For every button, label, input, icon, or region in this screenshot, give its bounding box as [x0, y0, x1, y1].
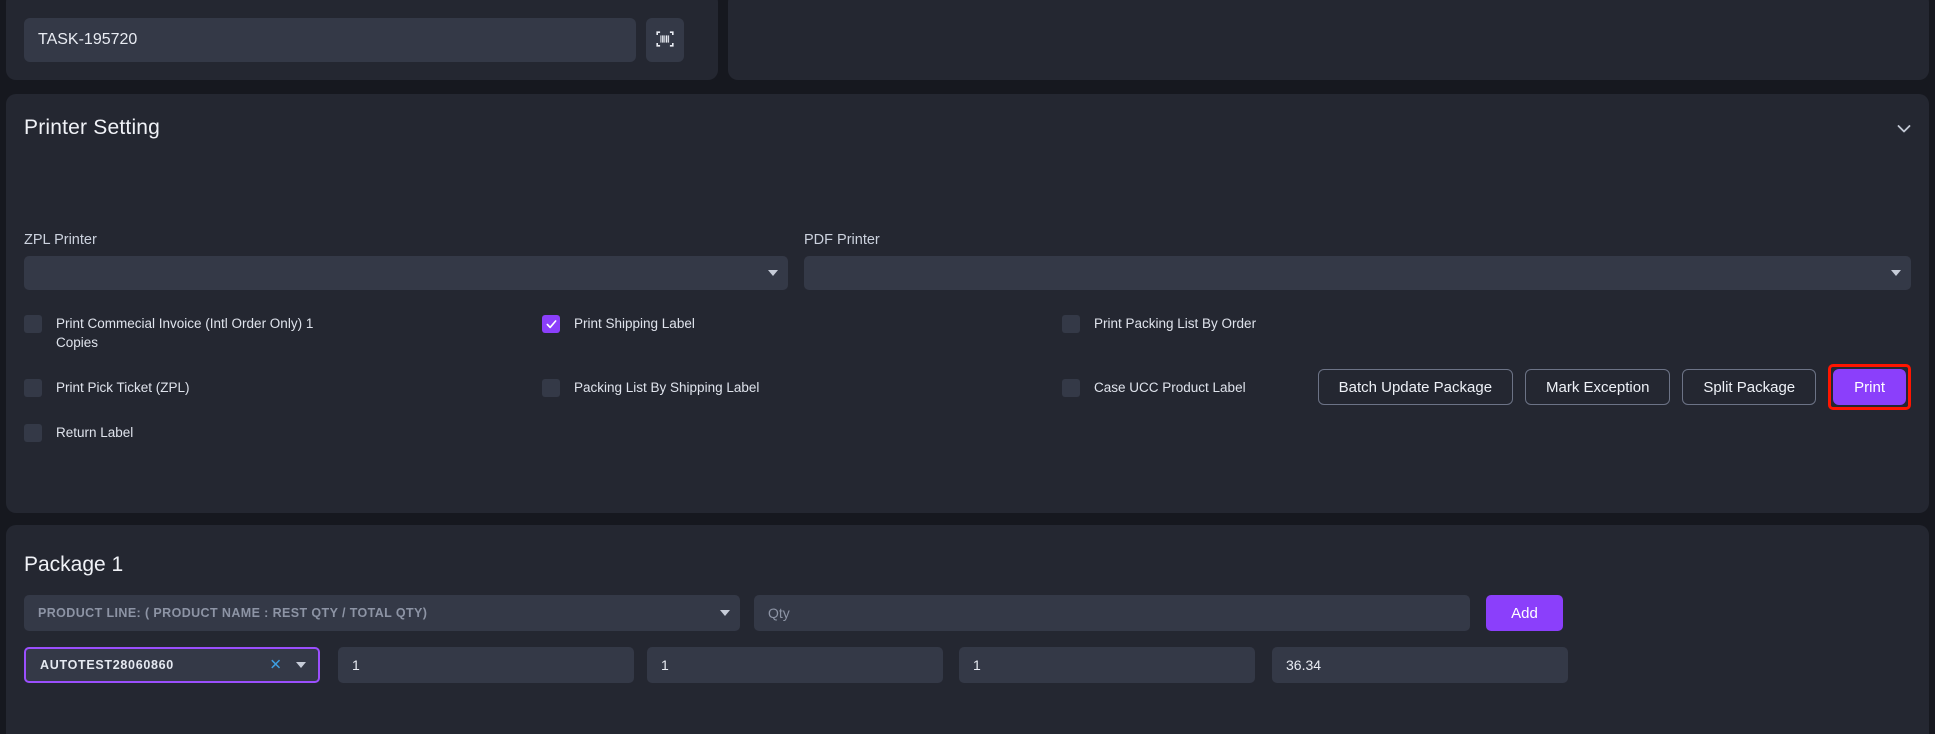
- task-input[interactable]: [24, 18, 636, 62]
- printer-action-buttons: Batch Update Package Mark Exception Spli…: [1318, 364, 1911, 410]
- mark-exception-button[interactable]: Mark Exception: [1525, 369, 1670, 405]
- qty-input[interactable]: [754, 595, 1470, 631]
- zpl-printer-label: ZPL Printer: [24, 232, 97, 248]
- chevron-down-icon[interactable]: [1893, 118, 1915, 140]
- product-line-placeholder: PRODUCT LINE: ( PRODUCT NAME : REST QTY …: [38, 606, 427, 620]
- product-token-label: AUTOTEST28060860: [40, 658, 174, 672]
- checkbox-label: Print Packing List By Order: [1094, 314, 1256, 333]
- chevron-down-icon: [720, 610, 730, 616]
- row-qty-input[interactable]: [338, 647, 634, 683]
- clear-x-icon[interactable]: ✕: [269, 658, 282, 673]
- checkbox-label: Case UCC Product Label: [1094, 378, 1246, 397]
- checkbox-label: Return Label: [56, 423, 133, 442]
- checkbox-box[interactable]: [24, 379, 42, 397]
- checkbox-print-shipping-label[interactable]: Print Shipping Label: [542, 314, 695, 333]
- checkbox-packing-list-by-shipping-label[interactable]: Packing List By Shipping Label: [542, 378, 759, 397]
- pdf-printer-select[interactable]: [804, 256, 1911, 290]
- printer-setting-panel: Printer Setting ZPL Printer PDF Printer …: [6, 94, 1929, 513]
- checkbox-box[interactable]: [1062, 315, 1080, 333]
- product-select-token[interactable]: AUTOTEST28060860 ✕: [24, 647, 320, 683]
- checkbox-label: Print Pick Ticket (ZPL): [56, 378, 190, 397]
- checkbox-box[interactable]: [24, 424, 42, 442]
- checkbox-box[interactable]: [1062, 379, 1080, 397]
- chevron-down-icon: [296, 662, 306, 668]
- zpl-printer-select[interactable]: [24, 256, 788, 290]
- app-root: Printer Setting ZPL Printer PDF Printer …: [0, 0, 1935, 734]
- checkbox-print-commercial-invoice[interactable]: Print Commecial Invoice (Intl Order Only…: [24, 314, 356, 352]
- checkbox-print-pick-ticket-zpl[interactable]: Print Pick Ticket (ZPL): [24, 378, 190, 397]
- barcode-scan-icon: [655, 29, 675, 52]
- task-row: [24, 18, 684, 62]
- checkbox-label: Print Commecial Invoice (Intl Order Only…: [56, 314, 356, 352]
- batch-update-package-button[interactable]: Batch Update Package: [1318, 369, 1513, 405]
- row-secondary-input[interactable]: [647, 647, 943, 683]
- add-button[interactable]: Add: [1486, 595, 1563, 631]
- checkbox-label: Packing List By Shipping Label: [574, 378, 759, 397]
- package-panel: Package 1 PRODUCT LINE: ( PRODUCT NAME :…: [6, 525, 1929, 734]
- checkbox-box[interactable]: [542, 379, 560, 397]
- right-top-panel: [728, 0, 1929, 80]
- chevron-down-icon: [768, 270, 778, 276]
- pdf-printer-label: PDF Printer: [804, 232, 880, 248]
- checkbox-box[interactable]: [542, 315, 560, 333]
- chevron-down-icon: [1891, 270, 1901, 276]
- print-button[interactable]: Print: [1833, 369, 1906, 405]
- checkbox-print-packing-list-by-order[interactable]: Print Packing List By Order: [1062, 314, 1256, 333]
- checkbox-case-ucc-product-label[interactable]: Case UCC Product Label: [1062, 378, 1246, 397]
- printer-setting-title: Printer Setting: [24, 116, 160, 140]
- task-panel: [6, 0, 718, 80]
- row-weight-input[interactable]: [1272, 647, 1568, 683]
- checkbox-return-label[interactable]: Return Label: [24, 423, 133, 442]
- checkbox-box[interactable]: [24, 315, 42, 333]
- barcode-scan-button[interactable]: [646, 18, 684, 62]
- package-title: Package 1: [24, 553, 123, 577]
- product-line-select[interactable]: PRODUCT LINE: ( PRODUCT NAME : REST QTY …: [24, 595, 740, 631]
- checkbox-label: Print Shipping Label: [574, 314, 695, 333]
- split-package-button[interactable]: Split Package: [1682, 369, 1816, 405]
- row-tertiary-input[interactable]: [959, 647, 1255, 683]
- print-button-highlight: Print: [1828, 364, 1911, 410]
